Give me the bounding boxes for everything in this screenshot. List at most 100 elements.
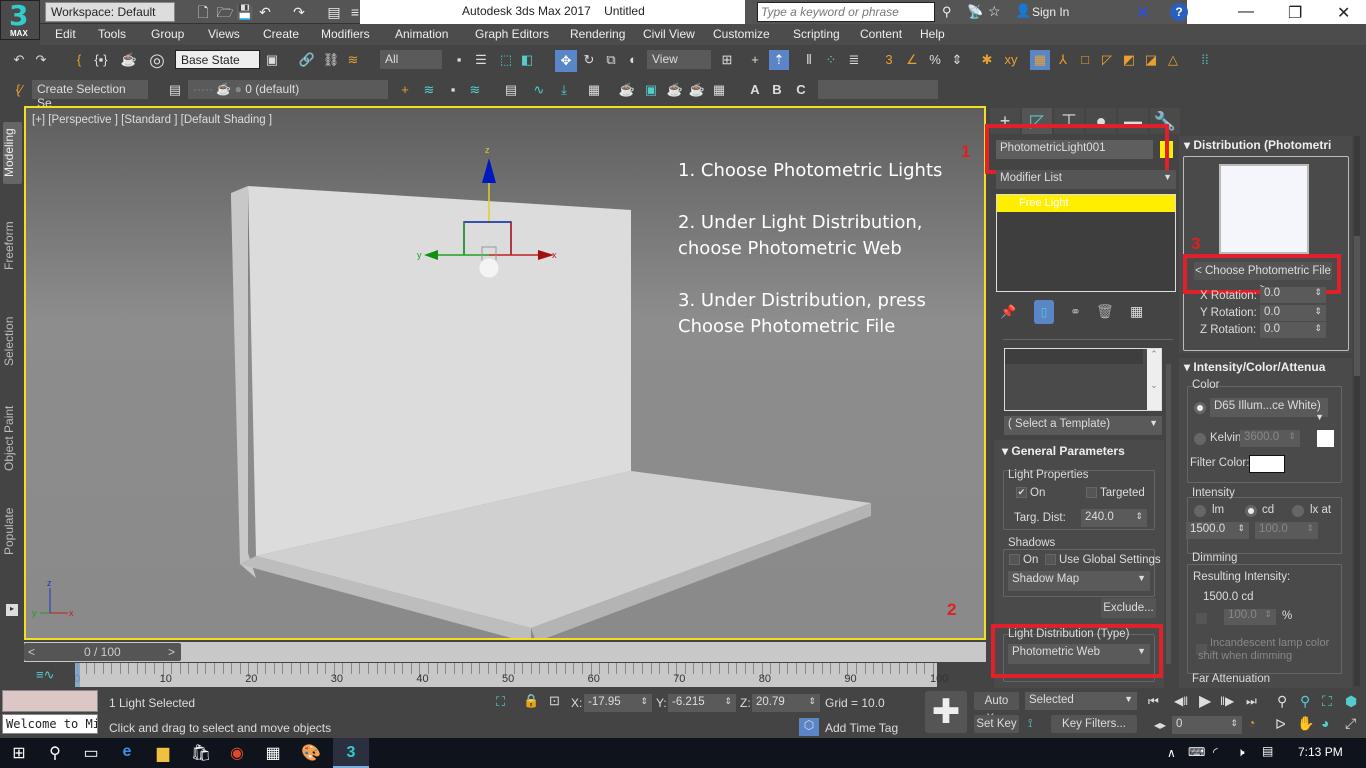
snap-face-icon[interactable]: △ <box>1164 51 1182 69</box>
curve-editor-mini-icon[interactable]: ≡∿ <box>36 667 54 683</box>
previous-frame-icon[interactable]: ◀‖ <box>1174 694 1188 708</box>
workspace-dropdown[interactable]: Workspace: Default <box>45 2 175 22</box>
time-config-icon[interactable]: ◔ <box>1248 716 1255 730</box>
configure-sets-icon[interactable]: ▦ <box>1130 303 1143 320</box>
make-unique-icon[interactable]: ⚭ <box>1070 304 1081 320</box>
window-crossing-icon[interactable]: ◧ <box>518 51 536 69</box>
menu-content[interactable]: Content <box>860 27 902 41</box>
communication-center-icon[interactable]: 📡 <box>967 4 983 20</box>
layer-explorer-icon[interactable]: ▤ <box>166 81 184 99</box>
menu-scripting[interactable]: Scripting <box>793 27 840 41</box>
scale-icon[interactable]: ⧉ <box>602 51 620 69</box>
help-icon[interactable]: ? <box>1170 3 1188 21</box>
teapot-icon[interactable]: ☕ <box>120 51 138 69</box>
file-explorer-icon[interactable]: ▆ <box>152 743 174 763</box>
menu-group[interactable]: Group <box>151 27 184 41</box>
undo-icon[interactable]: ↶ <box>256 3 274 21</box>
calculator-icon[interactable]: ▦ <box>262 743 284 763</box>
menu-help[interactable]: Help <box>920 27 945 41</box>
sign-in-button[interactable]: Sign In <box>1032 5 1069 19</box>
layer-dropdown[interactable]: ····· ☕ ● 0 (default) <box>188 80 388 99</box>
z-rotation-spinner[interactable]: 0.0 ⇕ <box>1260 322 1326 338</box>
selection-set-a-icon[interactable]: A <box>746 81 764 99</box>
project-folder-icon[interactable]: ▤ <box>325 3 343 21</box>
favorites-star-icon[interactable]: ☆ <box>988 3 1001 20</box>
pan-icon[interactable]: ✋ <box>1297 715 1314 732</box>
orbit-icon[interactable]: ◕ <box>1321 715 1329 731</box>
edit-named-selection-icon[interactable]: {⁄ <box>10 81 28 99</box>
y-coordinate-field[interactable]: -6.215 ⇕ <box>668 694 736 712</box>
current-frame-marker[interactable] <box>75 663 80 687</box>
lux-radio[interactable] <box>1292 505 1304 517</box>
set-key-button[interactable]: Set Key <box>974 715 1019 733</box>
y-rotation-spinner[interactable]: 0.0 ⇕ <box>1260 305 1326 321</box>
snap-pivot-icon[interactable]: ⅄ <box>1054 51 1072 69</box>
template-list-scrollbar[interactable]: ⌃ ⌄ <box>1147 349 1161 410</box>
stack-item-free-light[interactable]: Free Light <box>997 195 1175 212</box>
rotate-icon[interactable]: ↻ <box>580 51 598 69</box>
key-mode-dropdown[interactable]: Selected ▼ <box>1025 692 1137 710</box>
render-production-icon[interactable]: ☕ <box>666 81 684 99</box>
snap-xy-icon[interactable]: xy <box>1002 51 1020 69</box>
distribution-rollout-title[interactable]: ▾ Distribution (Photometri <box>1184 138 1331 152</box>
show-end-result-icon[interactable]: ▯ <box>1034 300 1054 324</box>
shadow-type-dropdown[interactable]: Shadow Map ▼ <box>1008 571 1150 591</box>
new-file-icon[interactable]: 🗋 <box>194 3 212 21</box>
ribbon-tab-populate[interactable]: Populate <box>2 501 22 561</box>
unlink-icon[interactable]: ⛓ <box>322 51 340 69</box>
scene-explorer-icon[interactable]: ▤ <box>502 81 520 99</box>
volume-muted-icon[interactable]: 🕨 <box>1237 745 1245 760</box>
select-object-icon[interactable]: ▪ <box>450 51 468 69</box>
ribbon-tab-selection[interactable]: Selection <box>2 311 22 371</box>
customize-qat-icon[interactable]: ≡ <box>346 3 364 21</box>
template-dropdown[interactable]: ( Select a Template) ▼ <box>1004 416 1162 435</box>
state-save-icon[interactable]: ▣ <box>263 51 281 69</box>
next-frame-button-icon[interactable]: ‖▶ <box>1220 694 1234 708</box>
rectangle-selection-icon[interactable]: ⬚ <box>497 51 515 69</box>
snap-perp-icon[interactable]: ◸ <box>1098 51 1116 69</box>
search-input[interactable]: Type a keyword or phrase <box>757 2 935 22</box>
selection-filter-dropdown[interactable]: All <box>380 50 442 69</box>
minimize-button[interactable]: — <box>1238 3 1254 21</box>
keyboard-shortcut-icon[interactable]: ⇡ <box>769 50 789 70</box>
set-key-big-button[interactable]: ✚ <box>925 691 967 733</box>
menu-animation[interactable]: Animation <box>395 27 448 41</box>
ribbon-tab-object-paint[interactable]: Object Paint <box>2 401 22 476</box>
modifier-list-dropdown[interactable]: Modifier List ▼ <box>996 170 1176 189</box>
snap-grid-icon[interactable]: ▦ <box>1030 50 1050 70</box>
percent-snap-icon[interactable]: % <box>926 51 944 69</box>
state-set-dropdown[interactable]: Base State <box>175 50 260 69</box>
zoom-extents-all-icon[interactable]: ⬢ <box>1345 693 1357 710</box>
layer-manager-icon[interactable]: ≣ <box>845 51 863 69</box>
snap-tangent-icon[interactable]: ◩ <box>1120 51 1138 69</box>
snap-options-icon[interactable]: ⁞⁞ <box>1196 51 1214 69</box>
zoom-icon[interactable]: ⚲ <box>1277 693 1287 710</box>
material-editor-icon[interactable]: ▦ <box>710 81 728 99</box>
ribbon-tab-freeform[interactable]: Freeform <box>2 216 22 276</box>
field-of-view-icon[interactable]: ᐅ <box>1275 716 1286 733</box>
next-frame-icon[interactable]: > <box>168 645 175 659</box>
intensity-spinner[interactable]: 1500.0 ⇕ <box>1186 522 1249 539</box>
light-on-checkbox[interactable]: ✔ On <box>1016 487 1045 499</box>
spinner-snap-icon[interactable]: ⇕ <box>948 51 966 69</box>
absolute-mode-icon[interactable]: ⊡ <box>549 693 560 709</box>
place-icon[interactable]: ◐ <box>624 51 642 69</box>
menu-edit[interactable]: Edit <box>55 27 76 41</box>
filter-color-swatch[interactable] <box>1249 455 1285 473</box>
time-slider-track[interactable]: < 0 / 100 > <box>24 642 986 662</box>
create-layer-icon[interactable]: + <box>396 81 414 99</box>
dope-sheet-icon[interactable]: ⤓ <box>555 81 573 99</box>
time-tag-icon[interactable]: ⬡ <box>799 718 819 736</box>
select-link-icon[interactable]: { <box>70 51 88 69</box>
x-rotation-spinner[interactable]: 0.0 ⇕ <box>1260 287 1326 303</box>
move-icon[interactable]: ✥ <box>555 50 577 72</box>
open-file-icon[interactable]: 🗁 <box>216 3 234 21</box>
key-mode-toggle-icon[interactable]: ◂▸ <box>1154 718 1166 732</box>
store-icon[interactable]: 🛍 <box>190 743 212 763</box>
key-mode-icon[interactable]: ⟟ <box>1028 716 1032 731</box>
select-in-layer-icon[interactable]: ▪ <box>444 81 462 99</box>
ribbon-expand-icon[interactable]: ▸ <box>6 604 18 616</box>
menu-graph-editors[interactable]: Graph Editors <box>475 27 549 41</box>
menu-views[interactable]: Views <box>208 27 240 41</box>
schematic-view-icon[interactable]: ▦ <box>585 81 603 99</box>
